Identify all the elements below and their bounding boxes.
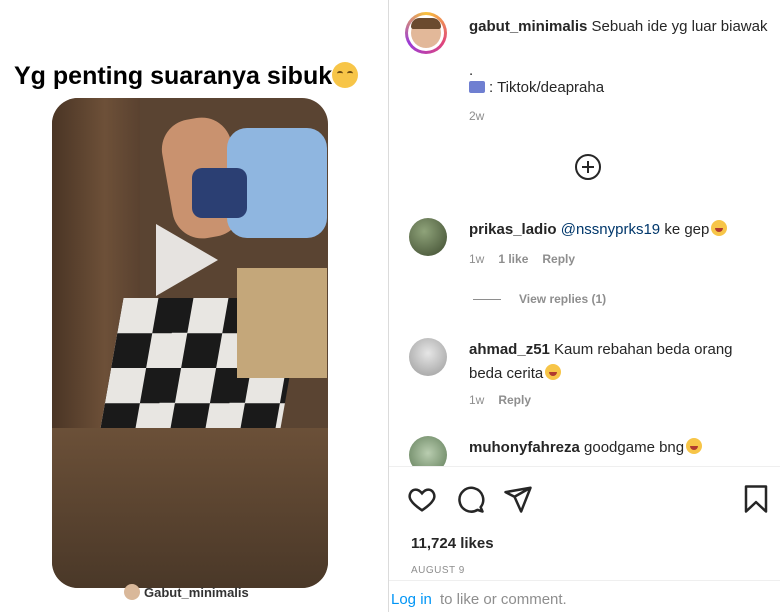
login-prompt-text: to like or comment. (440, 591, 567, 608)
comment-item: muhonyfahreza goodgame bng (469, 436, 769, 460)
comment-mention[interactable]: @nssnyprks19 (561, 221, 660, 238)
load-more-comments-plus-icon[interactable] (575, 154, 601, 180)
video-watermark: Gabut_minimalis (124, 584, 249, 600)
reply-button[interactable]: Reply (542, 252, 575, 266)
view-replies-line (473, 299, 501, 301)
video-caption-text: Yg penting suaranya sibuk (14, 62, 333, 90)
view-replies-button[interactable]: View replies (1) (473, 292, 606, 306)
login-link[interactable]: Log in (391, 591, 432, 608)
comment-meta: 1w 1 like Reply (469, 252, 575, 266)
comment-time: 1w (469, 252, 485, 266)
laughing-face-icon (711, 220, 728, 236)
video-frame-box (237, 268, 327, 378)
reply-button[interactable]: Reply (498, 393, 531, 407)
login-prompt: Log in to like or comment. (389, 580, 780, 613)
bookmark-icon[interactable] (741, 484, 771, 514)
comment-username[interactable]: muhonyfahreza (469, 439, 580, 456)
comment-text: ke gep (664, 221, 710, 238)
comment-username[interactable]: prikas_ladio (469, 221, 557, 238)
post-caption: gabut_minimalis Sebuah ide yg luar biawa… (469, 16, 769, 38)
video-player[interactable] (52, 98, 328, 588)
view-replies-label: View replies (1) (519, 292, 607, 306)
send-icon[interactable] (503, 484, 533, 514)
post-caption-text: Sebuah ide yg luar biawak (591, 18, 768, 35)
likes-count[interactable]: 11,724 likes (411, 535, 494, 552)
heart-icon[interactable] (407, 484, 437, 514)
video-panel: Yg penting suaranya sibuk Gabut_minimali… (0, 0, 388, 612)
comment-time: 1w (469, 393, 485, 407)
comment-avatar[interactable] (409, 338, 447, 376)
post-panel: gabut_minimalis Sebuah ide yg luar biawa… (389, 0, 780, 612)
post-time: 2w (469, 109, 485, 123)
watermark-avatar (124, 584, 140, 600)
post-author-avatar[interactable] (405, 12, 447, 54)
comment-item-clipped: muhonyfahreza goodgame bng (389, 430, 780, 466)
video-frame-floor (52, 428, 328, 588)
comment-item: ahmad_z51 Kaum rebahan beda orang beda c… (469, 338, 759, 386)
comment-avatar[interactable] (409, 436, 447, 466)
comment-likes[interactable]: 1 like (498, 252, 528, 266)
post-caption-dot: . (469, 62, 474, 79)
watermark-text: Gabut_minimalis (144, 585, 249, 600)
post-date: AUGUST 9 (411, 565, 465, 576)
comment-item: prikas_ladio @nssnyprks19 ke gep (469, 218, 769, 242)
comment-username[interactable]: ahmad_z51 (469, 341, 550, 358)
post-source-text: : Tiktok/deapraha (489, 79, 605, 96)
laughing-face-icon (545, 364, 562, 380)
comment-avatar[interactable] (409, 218, 447, 256)
post-author-username[interactable]: gabut_minimalis (469, 18, 587, 35)
comment-meta: 1w Reply (469, 393, 531, 407)
play-icon[interactable] (156, 224, 218, 296)
relieved-face-icon (332, 62, 359, 88)
laughing-face-icon (686, 438, 703, 454)
comment-icon[interactable] (455, 484, 485, 514)
actions-divider (389, 466, 780, 467)
video-frame-shorts (192, 168, 247, 218)
video-caption: Yg penting suaranya sibuk (14, 62, 384, 91)
comment-text: goodgame bng (584, 439, 685, 456)
post-source: : Tiktok/deapraha (469, 78, 604, 98)
video-camera-icon (469, 81, 485, 93)
